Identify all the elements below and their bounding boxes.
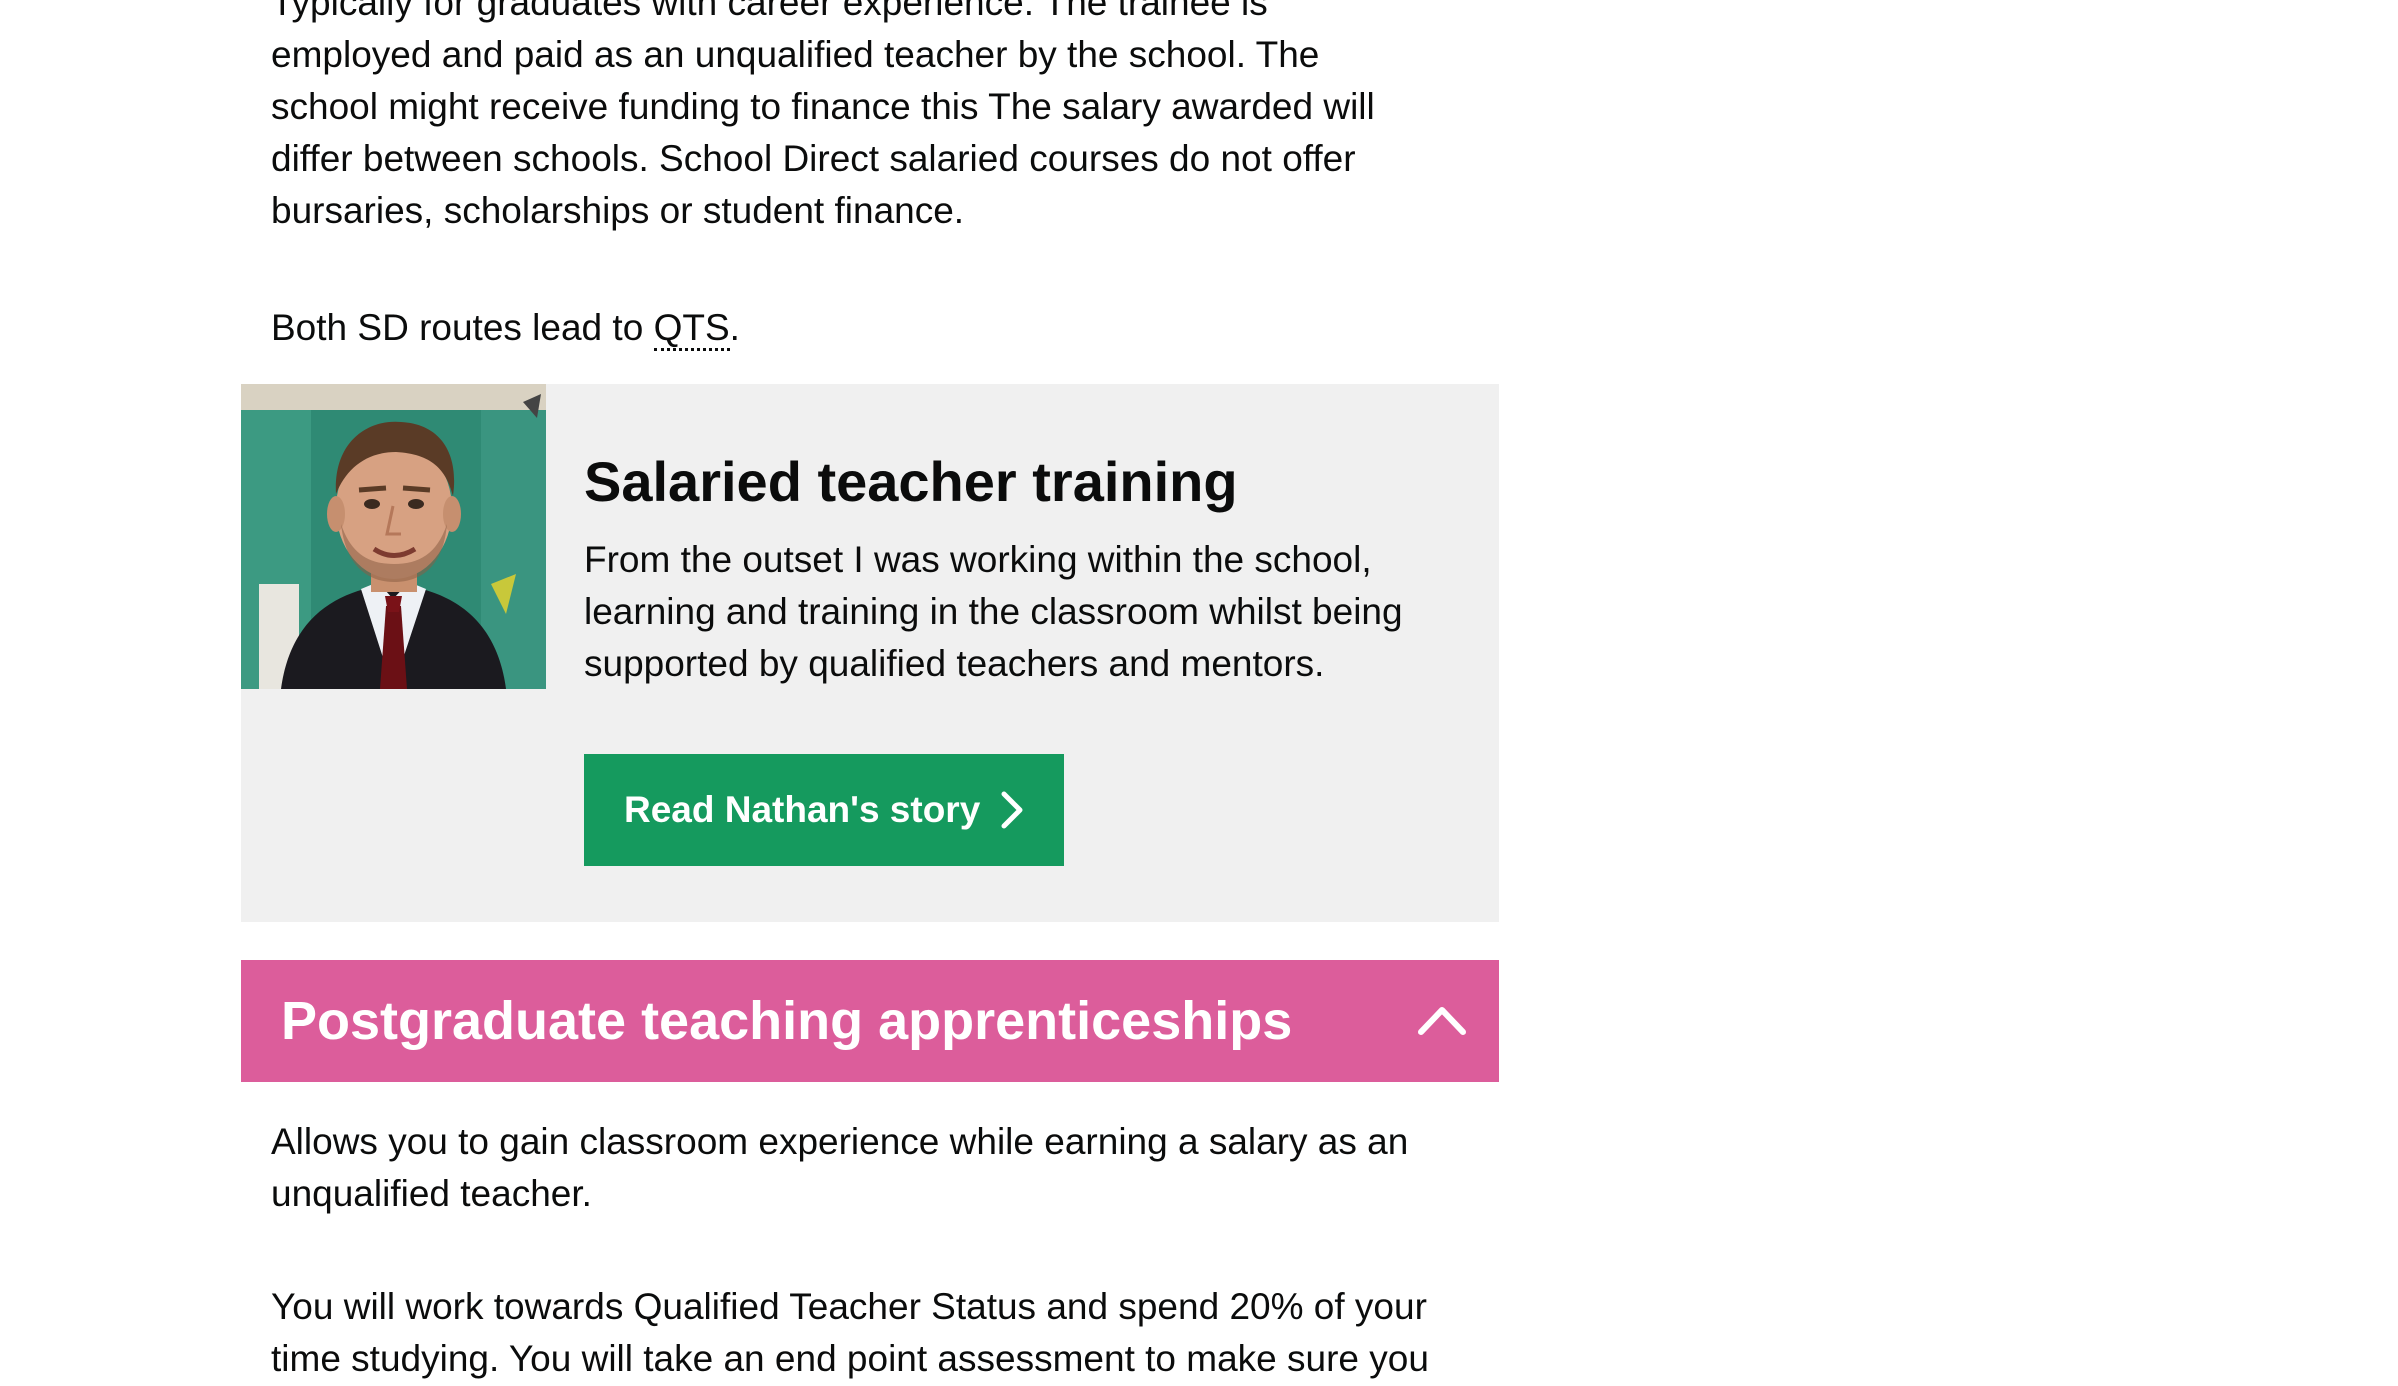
paragraph-line: time studying. You will take an end poin… — [271, 1338, 1429, 1379]
story-card: Salaried teacher training From the outse… — [241, 384, 1499, 922]
quote-line: supported by qualified teachers and ment… — [584, 643, 1325, 684]
apprenticeships-accordion-header[interactable]: Postgraduate teaching apprenticeships — [241, 960, 1499, 1082]
paragraph-line: school might receive funding to finance … — [271, 86, 1375, 127]
story-heading: Salaried teacher training — [584, 450, 1238, 513]
apprenticeships-paragraph-2: You will work towards Qualified Teacher … — [241, 1281, 1499, 1385]
story-quote: From the outset I was working within the… — [584, 534, 1464, 690]
paragraph-line: employed and paid as an unqualified teac… — [271, 34, 1320, 75]
paragraph-line: differ between schools. School Direct sa… — [271, 138, 1356, 179]
paragraph-line: You will work towards Qualified Teacher … — [271, 1286, 1427, 1327]
paragraph-line: bursaries, scholarships or student finan… — [271, 190, 965, 231]
read-story-button-label: Read Nathan's story — [624, 789, 981, 830]
apprenticeships-details: You will work towards Qualified Teacher … — [241, 1281, 1499, 1385]
quote-line: learning and training in the classroom w… — [584, 591, 1403, 632]
chevron-up-icon[interactable] — [1415, 994, 1469, 1048]
paragraph-line: Allows you to gain classroom experience … — [271, 1121, 1409, 1162]
chevron-right-icon — [996, 790, 1026, 830]
routes-prefix: Both SD routes lead to — [271, 307, 654, 348]
sd-routes-paragraph: Both SD routes lead to QTS. — [241, 302, 1499, 354]
nathan-photo — [241, 384, 546, 689]
apprenticeships-intro: Allows you to gain classroom experience … — [241, 1116, 1499, 1220]
sd-routes-section: Both SD routes lead to QTS. — [241, 302, 1499, 354]
paragraph-line: Typically for graduates with career expe… — [271, 0, 1268, 23]
read-nathans-story-button[interactable]: Read Nathan's story — [584, 754, 1064, 866]
routes-suffix: . — [729, 307, 740, 348]
accordion-title: Postgraduate teaching apprenticeships — [281, 991, 1293, 1051]
page: Typically for graduates with career expe… — [0, 0, 2398, 1386]
qts-abbreviation: QTS — [653, 307, 730, 351]
story-body: Salaried teacher training From the outse… — [584, 444, 1464, 690]
quote-line: From the outset I was working within the… — [584, 539, 1372, 580]
apprenticeships-paragraph-1: Allows you to gain classroom experience … — [241, 1116, 1499, 1220]
sd-salaried-section: Typically for graduates with career expe… — [241, 0, 1499, 237]
sd-salaried-paragraph: Typically for graduates with career expe… — [241, 0, 1499, 237]
paragraph-line: unqualified teacher. — [271, 1173, 592, 1214]
